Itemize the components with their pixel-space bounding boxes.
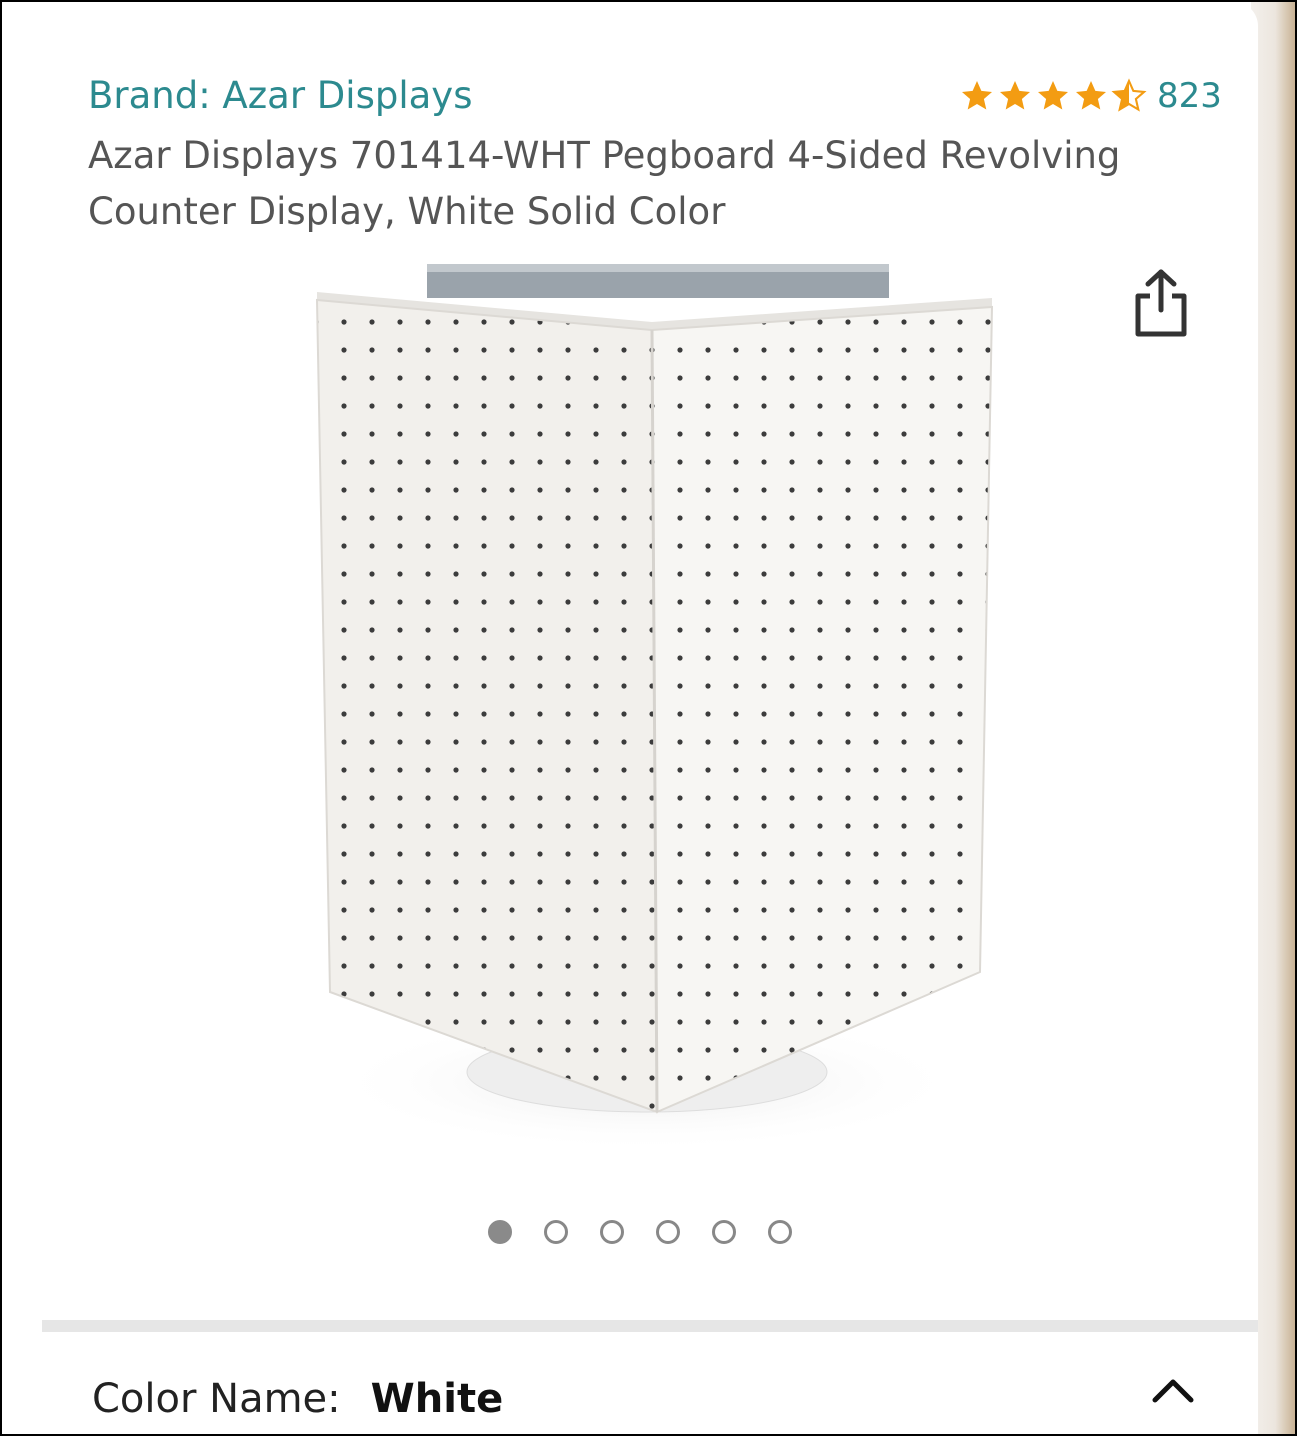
rating-count[interactable]: 823 bbox=[1157, 76, 1222, 116]
screen-frame: Brand: Azar Displays 823 Azar Displays 7… bbox=[0, 0, 1297, 1436]
product-image[interactable] bbox=[302, 252, 1002, 1162]
carousel-dot[interactable] bbox=[600, 1220, 624, 1244]
star-icon bbox=[962, 81, 992, 110]
half-star-icon bbox=[1111, 78, 1147, 112]
share-icon[interactable] bbox=[1130, 268, 1192, 338]
chevron-up-icon[interactable] bbox=[1150, 1374, 1196, 1404]
carousel-dot[interactable] bbox=[712, 1220, 736, 1244]
product-title: Azar Displays 701414-WHT Pegboard 4-Side… bbox=[88, 134, 1121, 233]
star-icon bbox=[1038, 81, 1068, 110]
section-divider bbox=[42, 1320, 1258, 1332]
carousel-dot[interactable] bbox=[488, 1220, 512, 1244]
color-option-row[interactable]: Color Name: White bbox=[92, 1376, 503, 1422]
color-value: White bbox=[370, 1376, 504, 1422]
rating-summary[interactable]: 823 bbox=[959, 76, 1222, 116]
star-icon bbox=[1000, 81, 1030, 110]
carousel-dot[interactable] bbox=[544, 1220, 568, 1244]
product-card: Brand: Azar Displays 823 Azar Displays 7… bbox=[2, 2, 1258, 1434]
star-rating bbox=[959, 78, 1147, 114]
color-label: Color Name: bbox=[92, 1376, 341, 1422]
brand-link[interactable]: Brand: Azar Displays bbox=[88, 74, 472, 117]
carousel-dot[interactable] bbox=[656, 1220, 680, 1244]
carousel-dot[interactable] bbox=[768, 1220, 792, 1244]
star-icon bbox=[1076, 81, 1106, 110]
carousel-indicator bbox=[488, 1220, 792, 1244]
